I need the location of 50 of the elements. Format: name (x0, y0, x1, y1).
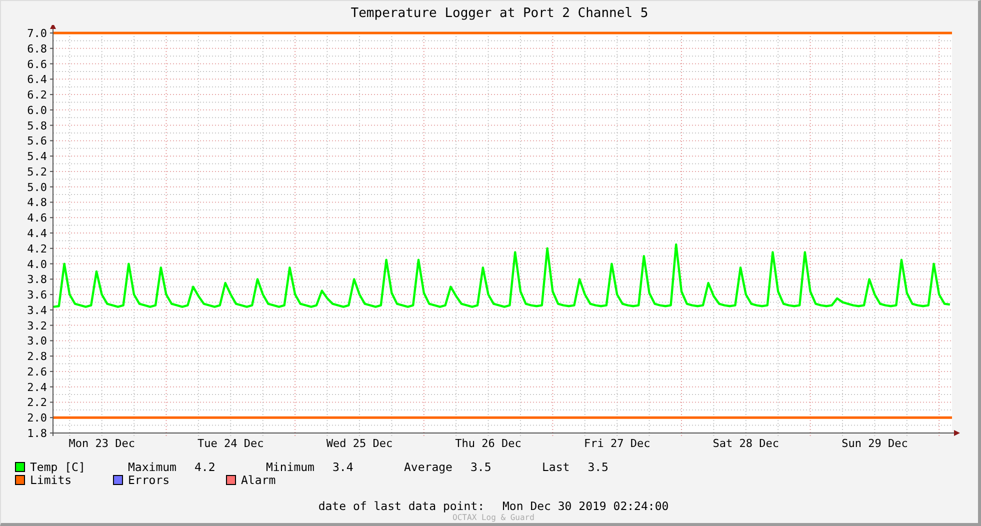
stat-label: Last (542, 461, 570, 474)
axis-label: Thu 26 Dec (455, 437, 522, 450)
axis-label: 2.0 (27, 412, 47, 425)
stat-value: 4.2 (194, 461, 216, 474)
axis-label: 4.4 (27, 227, 47, 240)
axis-label: 4.0 (27, 258, 47, 271)
axis-label: 3.8 (27, 273, 47, 286)
axis-label: 2.8 (27, 350, 47, 364)
stat-value: 3.5 (588, 461, 608, 474)
axis-label: 2.4 (27, 380, 47, 394)
axis-label: 5.6 (27, 134, 47, 148)
legend-label: Alarm (241, 474, 276, 486)
stat-value: 3.5 (470, 461, 492, 474)
axis-label: 2.2 (27, 396, 47, 410)
axis-label: 6.0 (27, 104, 47, 117)
axis-label: Mon 23 Dec (68, 437, 135, 450)
legend-label: Errors (128, 474, 170, 486)
axis-label: 2.6 (27, 365, 47, 378)
chart-title: Temperature Logger at Port 2 Channel 5 (350, 6, 648, 20)
axis-label: 7.0 (27, 27, 47, 40)
axis-label: 3.6 (27, 288, 47, 302)
axis-label: 5.8 (27, 119, 47, 132)
last-data-label: date of last data point: (318, 499, 484, 513)
stat-label: Minimum (266, 461, 314, 474)
axis-label: Sat 28 Dec (712, 437, 780, 450)
axis-label: 4.6 (27, 212, 47, 225)
stat-label: Maximum (128, 461, 176, 474)
stat-value: 3.4 (332, 461, 354, 474)
axis-label: Wed 25 Dec (326, 437, 393, 450)
axis-label: 3.2 (27, 319, 47, 332)
axis-label: 5.4 (27, 150, 47, 164)
axis-label: 4.8 (27, 196, 47, 210)
axis-label: 6.6 (27, 58, 47, 71)
footer-note: OCTAX Log & Guard (452, 513, 534, 522)
axis-label: 5.0 (27, 180, 47, 194)
axis-label: 3.4 (27, 304, 47, 317)
last-data-date: Mon Dec 30 2019 02:24:00 (502, 499, 669, 513)
axis-label: 1.8 (27, 427, 47, 440)
axis-label: 3.0 (27, 334, 47, 348)
axis-label: Fri 27 Dec (584, 437, 650, 450)
legend-label: Limits (30, 474, 72, 486)
axis-label: 6.4 (27, 73, 47, 86)
axis-label: 6.2 (27, 88, 47, 102)
axis-label: 5.2 (27, 165, 47, 178)
axis-label: 4.2 (27, 242, 47, 256)
stat-label: Average (404, 461, 452, 474)
axis-label: Sun 29 Dec (842, 437, 908, 450)
axis-label: 6.8 (27, 42, 47, 56)
legend-label: Temp [C] (30, 461, 86, 474)
axis-label: Tue 24 Dec (198, 437, 264, 450)
